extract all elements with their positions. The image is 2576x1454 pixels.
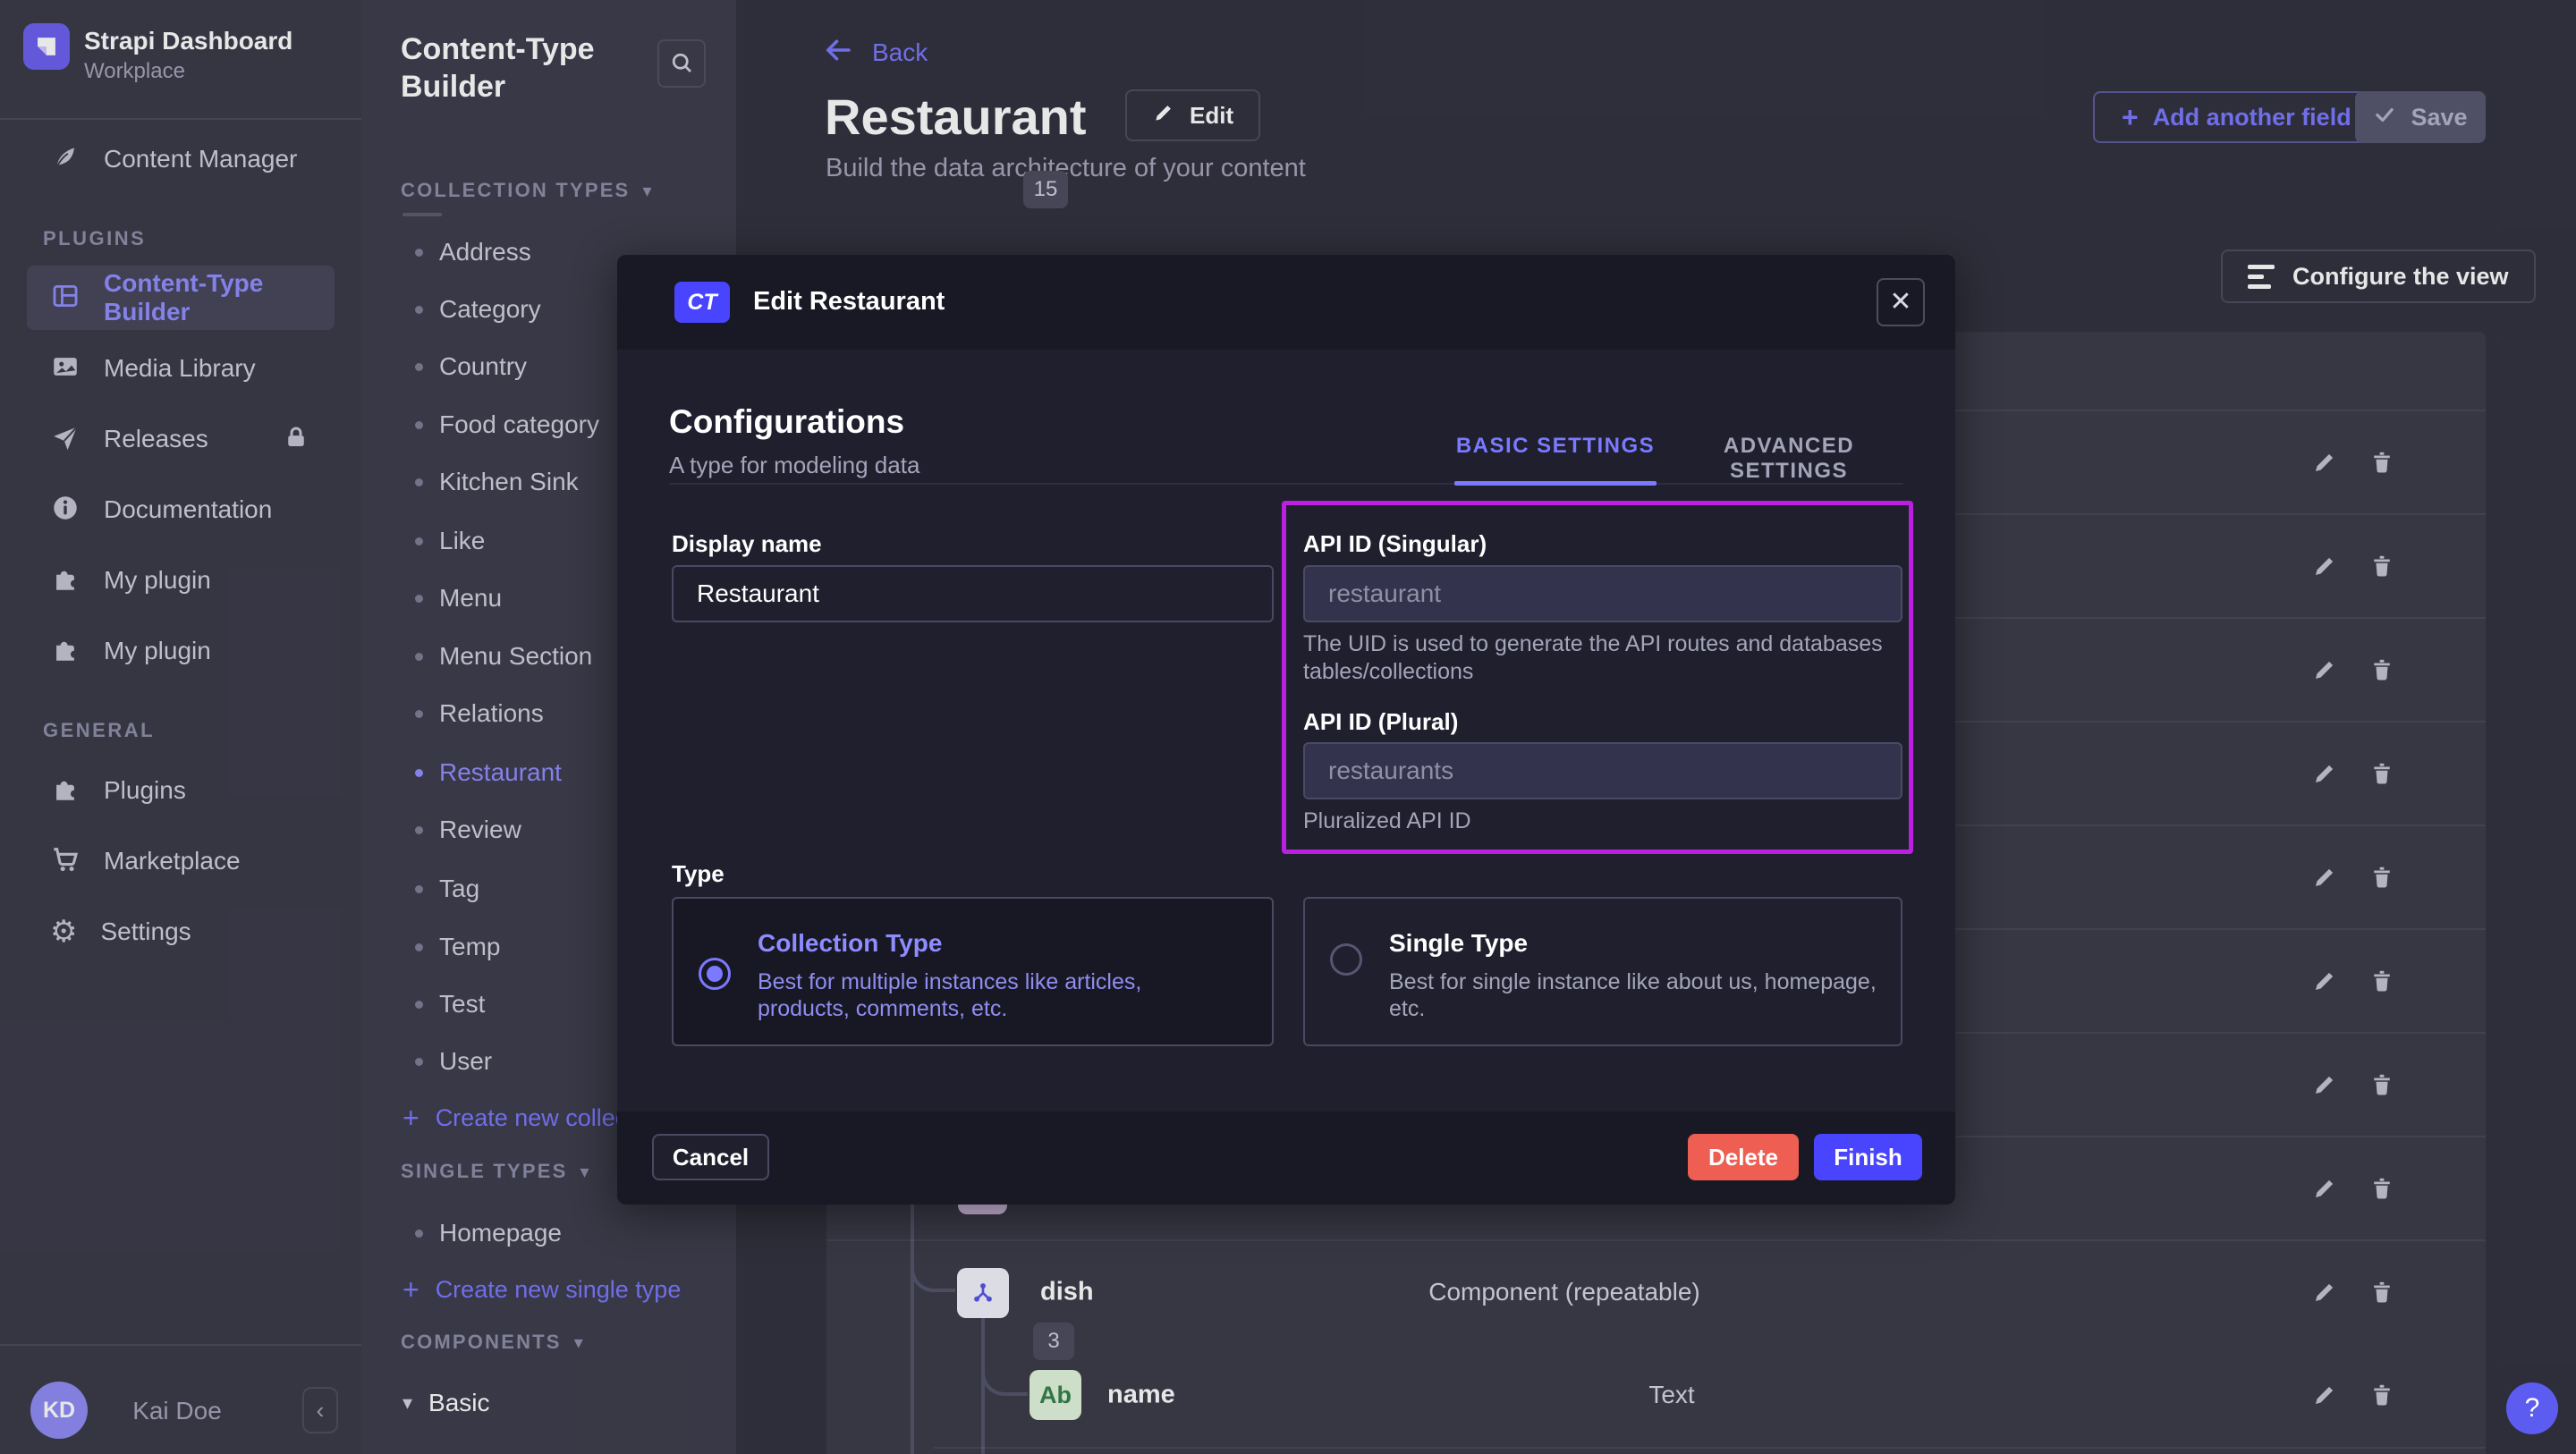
api-id-plural-input[interactable] xyxy=(1303,742,1902,799)
delete-button[interactable]: Delete xyxy=(1688,1134,1799,1180)
collection-type-title: Collection Type xyxy=(758,929,942,958)
strapi-app: Strapi Dashboard Workplace Content Manag… xyxy=(0,0,2576,1454)
edit-restaurant-modal: CT Edit Restaurant ✕ Configurations A ty… xyxy=(617,255,1955,1205)
close-icon[interactable]: ✕ xyxy=(1877,278,1925,326)
display-name-input[interactable] xyxy=(672,565,1274,622)
modal-title: Edit Restaurant xyxy=(753,287,945,317)
collection-type-card[interactable]: Collection Type Best for multiple instan… xyxy=(672,897,1274,1046)
type-label: Type xyxy=(672,860,724,888)
single-type-title: Single Type xyxy=(1389,929,1528,958)
api-id-plural-hint: Pluralized API ID xyxy=(1303,807,1471,835)
modal-header: CT Edit Restaurant ✕ xyxy=(617,255,1955,350)
content-type-badge: CT xyxy=(674,282,730,323)
radio-selected-icon[interactable] xyxy=(699,958,731,990)
configurations-heading: Configurations xyxy=(669,403,904,441)
divider xyxy=(669,483,1903,485)
tab-basic-settings[interactable]: BASIC SETTINGS xyxy=(1454,434,1657,459)
api-id-singular-hint: The UID is used to generate the API rout… xyxy=(1303,630,1885,686)
tab-advanced-settings[interactable]: ADVANCED SETTINGS xyxy=(1682,434,1896,484)
collection-type-desc: Best for multiple instances like article… xyxy=(758,968,1223,1022)
cancel-button[interactable]: Cancel xyxy=(652,1134,769,1180)
api-id-plural-label: API ID (Plural) xyxy=(1303,708,1458,736)
display-name-label: Display name xyxy=(672,530,822,558)
single-type-desc: Best for single instance like about us, … xyxy=(1389,968,1890,1022)
api-id-singular-label: API ID (Singular) xyxy=(1303,530,1487,558)
single-type-card[interactable]: Single Type Best for single instance lik… xyxy=(1303,897,1902,1046)
api-id-singular-input[interactable] xyxy=(1303,565,1902,622)
finish-button[interactable]: Finish xyxy=(1814,1134,1922,1180)
radio-unselected-icon[interactable] xyxy=(1330,943,1362,976)
configurations-subheading: A type for modeling data xyxy=(669,452,919,479)
help-button[interactable]: ? xyxy=(2506,1382,2558,1434)
active-tab-indicator xyxy=(1454,481,1657,486)
modal-footer: Cancel Delete Finish xyxy=(617,1112,1955,1205)
